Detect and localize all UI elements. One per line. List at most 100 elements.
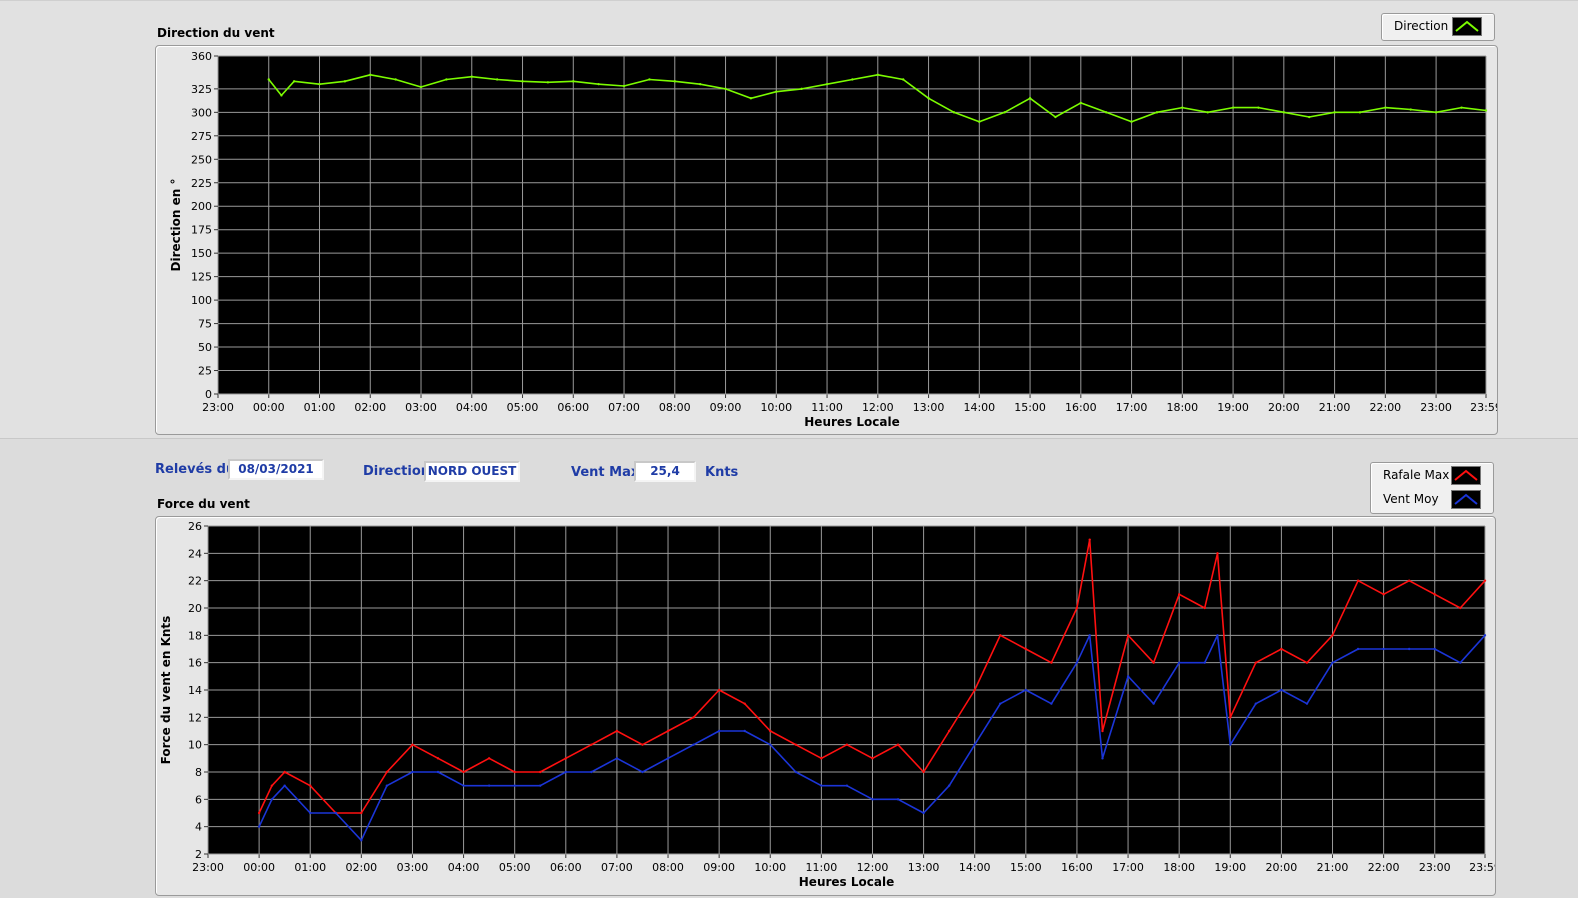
data-point [267, 78, 270, 81]
x-tick-label: 04:00 [456, 401, 488, 414]
data-point [1459, 661, 1462, 664]
data-point [590, 770, 593, 774]
data-point [901, 78, 905, 81]
data-point [597, 82, 600, 86]
data-point [641, 743, 644, 746]
y-tick-label: 325 [191, 83, 212, 96]
direction-chart[interactable]: 23:00 00:00 01:00 02:00 03:00 04:00 05:00 06:00… [156, 46, 1497, 434]
line-style-icon[interactable] [1451, 466, 1481, 485]
x-tick-label: 18:00 [1166, 401, 1198, 414]
data-point [1305, 661, 1309, 664]
data-point [973, 743, 976, 746]
data-point [521, 80, 524, 83]
legend-label-vent-moy: Vent Moy [1383, 492, 1439, 506]
data-point [419, 85, 423, 89]
data-point [692, 716, 695, 719]
ventmax-field[interactable]: 25,4 [634, 461, 696, 482]
y-tick-label: 175 [191, 224, 212, 237]
data-point [1177, 661, 1181, 664]
data-point [1181, 106, 1184, 109]
data-point [1483, 579, 1487, 582]
data-point [922, 811, 925, 815]
x-tick-label: 09:00 [710, 401, 742, 414]
data-point [572, 80, 575, 83]
x-tick-label: 13:00 [908, 861, 940, 874]
legend-label-rafale-max: Rafale Max [1383, 468, 1450, 482]
y-axis-label: Force du vent en Knts [159, 616, 173, 765]
x-tick-label: 08:00 [659, 401, 691, 414]
data-point [546, 81, 550, 84]
data-point [1331, 661, 1334, 664]
x-axis-label: Heures Locale [804, 415, 899, 429]
data-point [470, 75, 473, 78]
direction-legend[interactable]: Direction [1381, 13, 1495, 41]
x-tick-label: 04:00 [448, 861, 480, 874]
data-point [292, 80, 296, 83]
data-point [385, 770, 389, 774]
data-point [1409, 108, 1412, 111]
x-tick-label: 00:00 [253, 401, 285, 414]
data-point [973, 688, 976, 692]
data-point [1079, 101, 1083, 105]
x-tick-label: 20:00 [1266, 861, 1298, 874]
x-tick-label: 08:00 [652, 861, 684, 874]
data-point [927, 97, 930, 100]
data-point [1433, 647, 1436, 651]
force-chart[interactable]: 23:00 00:00 01:00 02:00 03:00 04:00 05:00 06:00… [156, 517, 1495, 895]
data-point [1484, 109, 1488, 112]
data-point [1075, 661, 1079, 664]
x-tick-label: 05:00 [499, 861, 531, 874]
data-point [1459, 606, 1462, 610]
data-point [1229, 716, 1232, 719]
data-point [1028, 97, 1032, 100]
direction-chart-frame: 23:00 00:00 01:00 02:00 03:00 04:00 05:00 06:00… [155, 45, 1498, 435]
x-tick-label: 17:00 [1116, 401, 1148, 414]
data-point [1152, 702, 1155, 705]
data-point [564, 757, 567, 760]
line-style-icon[interactable] [1452, 17, 1482, 36]
y-tick-label: 125 [191, 271, 212, 284]
y-tick-label: 25 [198, 365, 212, 378]
data-point [1104, 111, 1108, 114]
data-point [794, 770, 798, 774]
data-point [952, 111, 956, 114]
data-point [1088, 634, 1091, 637]
data-point [1434, 111, 1438, 114]
data-point [871, 798, 874, 801]
x-tick-label: 06:00 [557, 401, 589, 414]
y-tick-label: 14 [188, 684, 202, 697]
x-tick-label: 13:00 [913, 401, 945, 414]
direction-field[interactable]: NORD OUEST [424, 461, 520, 482]
y-tick-label: 300 [191, 106, 212, 119]
y-tick-label: 6 [195, 793, 202, 806]
date-field[interactable]: 08/03/2021 [228, 459, 324, 480]
x-tick-label: 00:00 [243, 861, 275, 874]
x-tick-label: 20:00 [1268, 401, 1300, 414]
data-point [1024, 647, 1028, 651]
data-point [1483, 634, 1487, 637]
y-tick-label: 2 [195, 848, 202, 861]
data-point [487, 784, 491, 787]
x-tick-label: 23:00 [1420, 401, 1452, 414]
data-point [283, 770, 286, 774]
data-point [851, 78, 854, 81]
data-point [999, 702, 1002, 705]
x-tick-label: 10:00 [760, 401, 792, 414]
legend-item-vent-moy[interactable]: Vent Moy [1371, 487, 1493, 511]
data-point [615, 757, 619, 760]
force-legend[interactable]: Rafale Max Vent Moy [1370, 462, 1494, 514]
data-point [1126, 634, 1130, 637]
data-point [896, 743, 900, 746]
x-tick-label: 16:00 [1065, 401, 1097, 414]
x-tick-label: 12:00 [857, 861, 889, 874]
legend-item-rafale-max[interactable]: Rafale Max [1371, 463, 1493, 487]
x-tick-label: 02:00 [345, 861, 377, 874]
legend-item-direction[interactable]: Direction [1382, 14, 1494, 38]
x-tick-label: 05:00 [507, 401, 539, 414]
data-point [1088, 538, 1091, 541]
y-tick-label: 360 [191, 50, 212, 63]
line-style-icon[interactable] [1451, 490, 1481, 509]
data-point [743, 729, 746, 733]
data-point [978, 120, 981, 123]
x-tick-label: 22:00 [1368, 861, 1400, 874]
